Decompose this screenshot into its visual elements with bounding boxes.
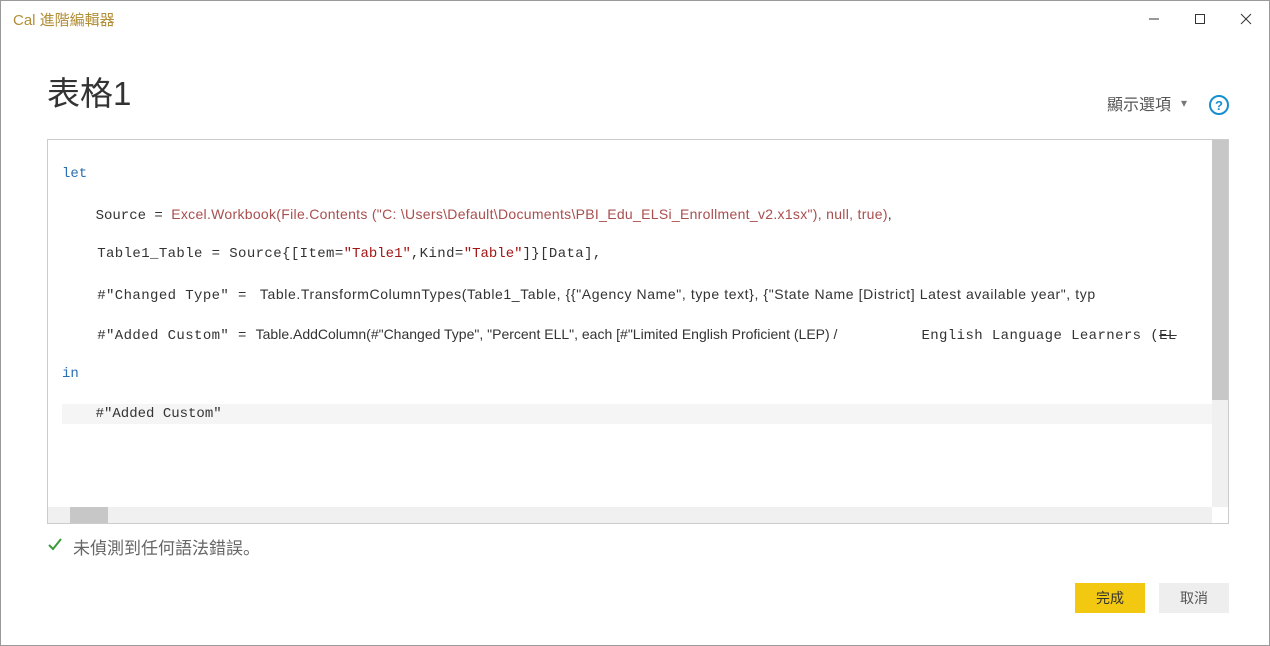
maximize-icon: [1194, 13, 1206, 25]
close-button[interactable]: [1223, 1, 1269, 37]
checkmark-icon: [47, 536, 63, 557]
display-options-label: 顯示選項: [1107, 91, 1171, 115]
vertical-scrollbar[interactable]: [1212, 140, 1228, 507]
header-row: 表格1 顯示選項 ▾ ?: [47, 67, 1229, 115]
close-icon: [1240, 13, 1252, 25]
window-controls: [1131, 1, 1269, 37]
dialog-buttons: 完成 取消: [47, 583, 1229, 635]
status-row: 未偵測到任何語法錯誤。: [47, 534, 1229, 559]
content-area: 表格1 顯示選項 ▾ ? let Source = Excel.Workbook…: [1, 37, 1269, 645]
advanced-editor-window: Cal 進階編輯器 表格1 顯示選項 ▾ ? le: [0, 0, 1270, 646]
horizontal-scrollbar-thumb[interactable]: [70, 507, 108, 523]
keyword-in: in: [62, 366, 79, 382]
vertical-scrollbar-thumb[interactable]: [1212, 140, 1228, 400]
window-title: Cal 進階編輯器: [13, 9, 115, 30]
cancel-button[interactable]: 取消: [1159, 583, 1229, 613]
chevron-down-icon: ▾: [1181, 96, 1187, 110]
minimize-icon: [1148, 13, 1160, 25]
titlebar: Cal 進階編輯器: [1, 1, 1269, 37]
display-options-dropdown[interactable]: 顯示選項 ▾: [1107, 91, 1187, 115]
code-editor-content[interactable]: let Source = Excel.Workbook(File.Content…: [48, 140, 1212, 507]
minimize-button[interactable]: [1131, 1, 1177, 37]
page-title: 表格1: [47, 67, 131, 115]
code-editor[interactable]: let Source = Excel.Workbook(File.Content…: [47, 139, 1229, 524]
status-message: 未偵測到任何語法錯誤。: [73, 534, 260, 559]
done-button[interactable]: 完成: [1075, 583, 1145, 613]
keyword-let: let: [62, 166, 87, 182]
help-button[interactable]: ?: [1209, 95, 1229, 115]
help-icon: ?: [1215, 98, 1223, 113]
horizontal-scrollbar[interactable]: [48, 507, 1212, 523]
maximize-button[interactable]: [1177, 1, 1223, 37]
